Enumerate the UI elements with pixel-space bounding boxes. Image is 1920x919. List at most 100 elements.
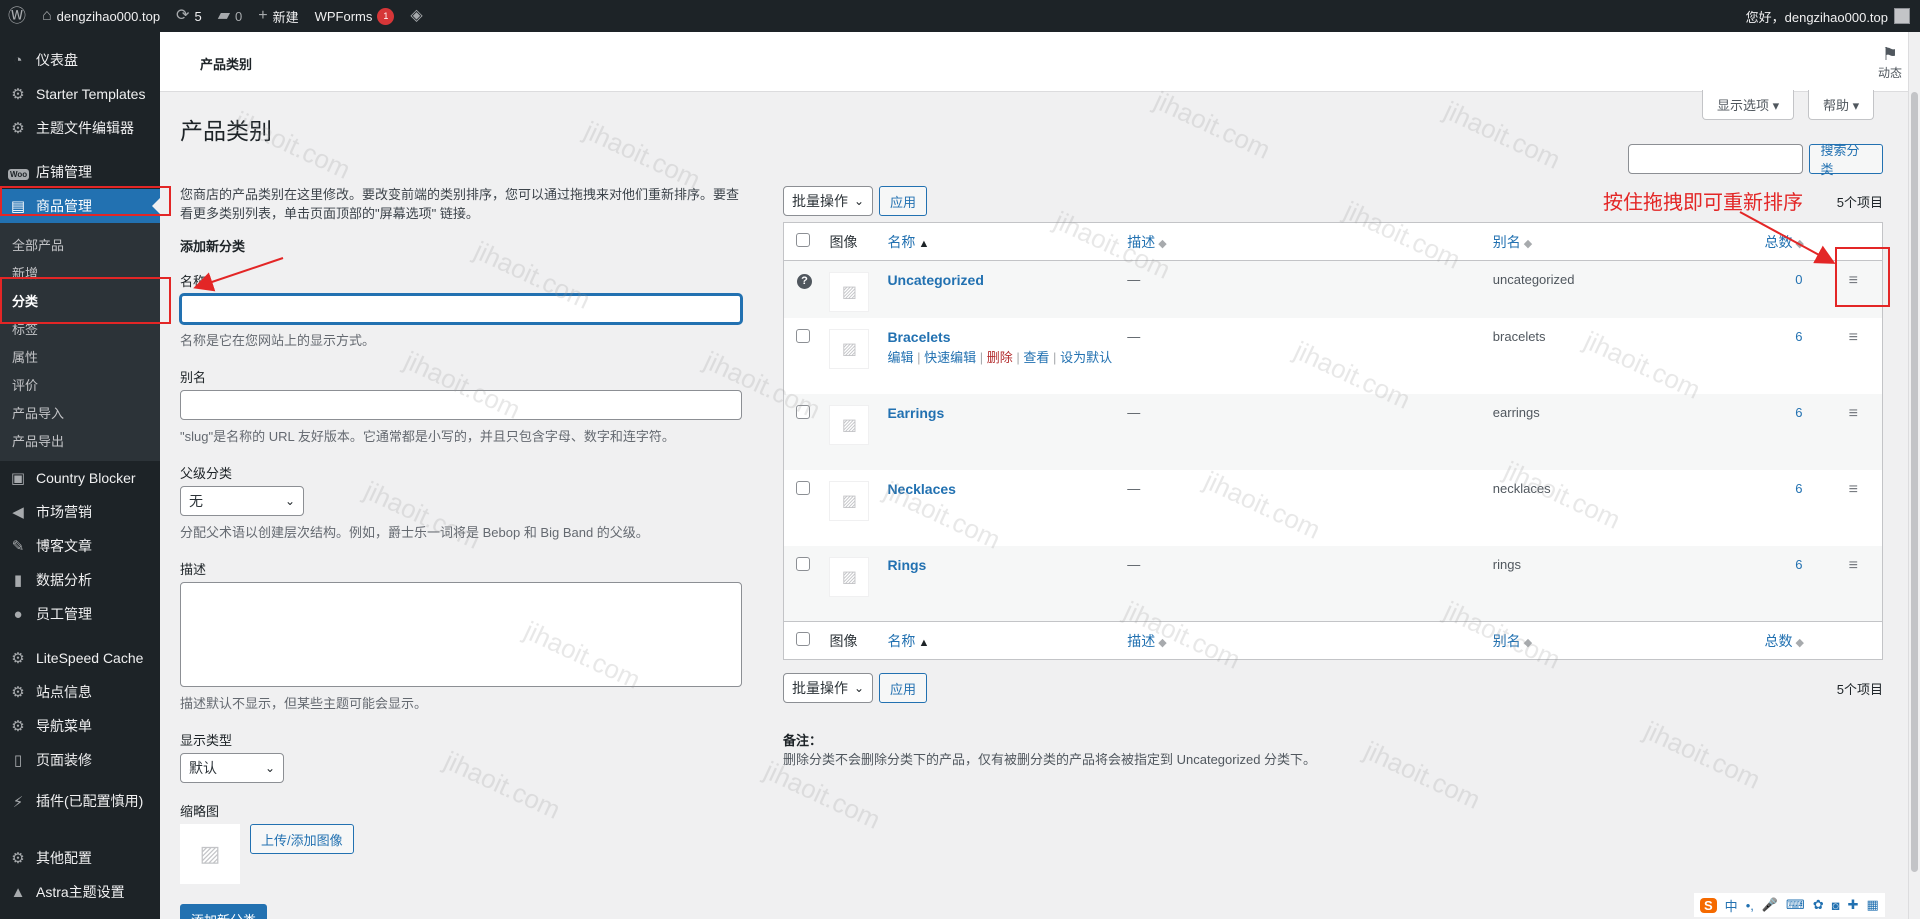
sidebar-item-nav-menu[interactable]: ⚙ 导航菜单 — [0, 709, 160, 743]
wordpress-logo-icon[interactable]: Ⓦ — [0, 0, 34, 32]
pin-icon: ✎ — [11, 538, 25, 555]
intro-text: 您商店的产品类别在这里修改。要改变前端的类别排序，您可以通过拖拽来对他们重新排序… — [180, 187, 740, 221]
description-label: 描述 — [180, 562, 207, 577]
column-count-footer[interactable]: 总数 ◆ — [1764, 621, 1825, 660]
table-row: ▨ Earrings — earrings 6 ≡ — [783, 393, 1883, 470]
select-all-checkbox-bottom[interactable] — [796, 632, 810, 646]
ime-lang[interactable]: 中 — [1725, 896, 1738, 915]
quick-edit-link[interactable]: 快速编辑 — [924, 350, 976, 365]
add-category-button[interactable]: 添加新分类 — [180, 904, 268, 919]
diamond-menu-link[interactable]: ◈ — [402, 0, 430, 32]
submenu-import[interactable]: 产品导入 — [0, 398, 160, 426]
comments-link[interactable]: ▰ 0 — [210, 0, 251, 32]
site-name-link[interactable]: ⌂ dengzihao000.top — [34, 0, 168, 32]
scrollbar-thumb[interactable] — [1911, 92, 1918, 872]
slug-input[interactable] — [180, 390, 742, 420]
sidebar-item-posts[interactable]: ✎ 博客文章 — [0, 529, 160, 563]
help-button[interactable]: 帮助 ▾ — [1808, 90, 1875, 120]
delete-link[interactable]: 删除 — [987, 350, 1013, 365]
column-slug[interactable]: 别名 ◆ — [1492, 222, 1765, 261]
row-checkbox[interactable] — [796, 404, 810, 419]
sidebar-item-starter-templates[interactable]: ⚙ Starter Templates — [0, 77, 160, 111]
count-link[interactable]: 6 — [1795, 329, 1802, 344]
comment-icon: ▰ — [217, 7, 230, 24]
mic-icon[interactable]: 🎤 — [1762, 897, 1778, 913]
sidebar-item-litespeed[interactable]: ⚙ LiteSpeed Cache — [0, 641, 160, 675]
column-description[interactable]: 描述 ◆ — [1127, 222, 1493, 261]
row-checkbox[interactable] — [796, 556, 810, 571]
column-count[interactable]: 总数 ◆ — [1764, 222, 1825, 261]
annotation-box-handle — [1835, 247, 1890, 307]
skin-icon[interactable]: ✿ — [1813, 897, 1824, 913]
description-textarea[interactable] — [180, 582, 742, 687]
sidebar-item-theme-editor[interactable]: ⚙ 主题文件编辑器 — [0, 111, 160, 145]
parent-select[interactable]: 无 ⌄ — [180, 486, 304, 516]
updates-link[interactable]: ⟳ 5 — [168, 0, 210, 32]
gear-icon: ⚙ — [11, 850, 25, 867]
count-link[interactable]: 6 — [1795, 405, 1802, 420]
sidebar-item-astra[interactable]: ▲ Astra主题设置 — [0, 875, 160, 909]
sidebar-item-store[interactable]: Woo 店铺管理 — [0, 155, 160, 189]
make-default-link[interactable]: 设为默认 — [1060, 350, 1112, 365]
sidebar-item-dashboard[interactable]: ◔ 仪表盘 — [0, 43, 160, 77]
select-all-checkbox[interactable] — [796, 233, 810, 247]
shirt-icon[interactable]: ✚ — [1848, 897, 1859, 913]
sidebar-item-country-blocker[interactable]: ▣ Country Blocker — [0, 461, 160, 495]
drag-handle-icon[interactable]: ≡ — [1849, 557, 1858, 574]
sidebar-item-staff[interactable]: ● 员工管理 — [0, 597, 160, 631]
submenu-export[interactable]: 产品导出 — [0, 426, 160, 454]
drag-handle-icon[interactable]: ≡ — [1849, 329, 1858, 346]
edit-link[interactable]: 编辑 — [887, 350, 913, 365]
game-icon[interactable]: ◙ — [1832, 898, 1840, 913]
column-name-footer[interactable]: 名称 ▲ — [887, 621, 1128, 660]
watermark: jihaoit.com — [1149, 85, 1276, 165]
row-title-link[interactable]: Uncategorized — [887, 272, 983, 288]
column-name[interactable]: 名称 ▲ — [887, 222, 1128, 261]
screen-options-button[interactable]: 显示选项 ▾ — [1702, 90, 1795, 120]
submenu-attributes[interactable]: 属性 — [0, 342, 160, 370]
search-input[interactable] — [1628, 144, 1804, 174]
apply-button[interactable]: 应用 — [879, 186, 928, 216]
upload-image-button[interactable]: 上传/添加图像 — [250, 824, 354, 854]
sidebar-item-analytics[interactable]: ▮ 数据分析 — [0, 563, 160, 597]
drag-handle-icon[interactable]: ≡ — [1849, 481, 1858, 498]
row-checkbox[interactable] — [796, 328, 810, 343]
keyboard-icon[interactable]: ⌨ — [1786, 897, 1805, 913]
column-slug-footer[interactable]: 别名 ◆ — [1492, 621, 1765, 660]
column-description-footer[interactable]: 描述 ◆ — [1127, 621, 1493, 660]
view-link[interactable]: 查看 — [1023, 350, 1049, 365]
drag-handle-icon[interactable]: ≡ — [1849, 405, 1858, 422]
row-title-link[interactable]: Earrings — [887, 405, 944, 421]
count-link[interactable]: 6 — [1795, 557, 1802, 572]
submenu-reviews[interactable]: 评价 — [0, 370, 160, 398]
search-categories-button[interactable]: 搜索分类 — [1809, 143, 1883, 177]
row-title-link[interactable]: Bracelets — [887, 329, 950, 345]
submenu-all-products[interactable]: 全部产品 — [0, 230, 160, 258]
name-input[interactable] — [180, 294, 742, 324]
punctuation-icon[interactable]: •, — [1746, 898, 1754, 913]
search-box: 搜索分类 — [1628, 143, 1883, 177]
sidebar-item-other-config[interactable]: ⚙ 其他配置 — [0, 841, 160, 875]
row-title-link[interactable]: Rings — [887, 557, 926, 573]
sidebar-item-site-info[interactable]: ⚙ 站点信息 — [0, 675, 160, 709]
sidebar-item-plugins[interactable]: ⚡ 插件(已配置慎用) — [0, 787, 160, 831]
sidebar-item-marketing[interactable]: ◀ 市场营销 — [0, 495, 160, 529]
wpforms-link[interactable]: WPForms 1 — [307, 0, 403, 32]
parent-help: 分配父术语以创建层次结构。例如，爵士乐一词将是 Bebop 和 Big Band… — [180, 525, 649, 540]
count-link[interactable]: 6 — [1795, 481, 1802, 496]
grid-icon[interactable]: ▦ — [1866, 897, 1878, 913]
header-title: 产品类别 — [200, 57, 253, 72]
new-content-link[interactable]: + 新建 — [250, 0, 306, 32]
apply-button-bottom[interactable]: 应用 — [879, 673, 928, 703]
row-checkbox[interactable] — [796, 480, 810, 495]
row-title-link[interactable]: Necklaces — [887, 481, 956, 497]
display-type-select[interactable]: 默认 ⌄ — [180, 753, 284, 783]
bulk-actions-select-bottom[interactable]: 批量操作 ⌄ — [783, 673, 873, 703]
page-scrollbar[interactable] — [1908, 32, 1920, 919]
bulk-actions-select[interactable]: 批量操作 ⌄ — [783, 186, 873, 216]
ime-toolbar[interactable]: S 中 •, 🎤 ⌨ ✿ ◙ ✚ ▦ — [1694, 893, 1885, 917]
my-account[interactable]: 您好，dengzihao000.top — [1746, 7, 1920, 26]
count-link[interactable]: 0 — [1795, 272, 1802, 287]
sidebar-item-page-decor[interactable]: ▯ 页面装修 — [0, 743, 160, 777]
activity-button[interactable]: ⚑ 动态 — [1878, 44, 1902, 81]
